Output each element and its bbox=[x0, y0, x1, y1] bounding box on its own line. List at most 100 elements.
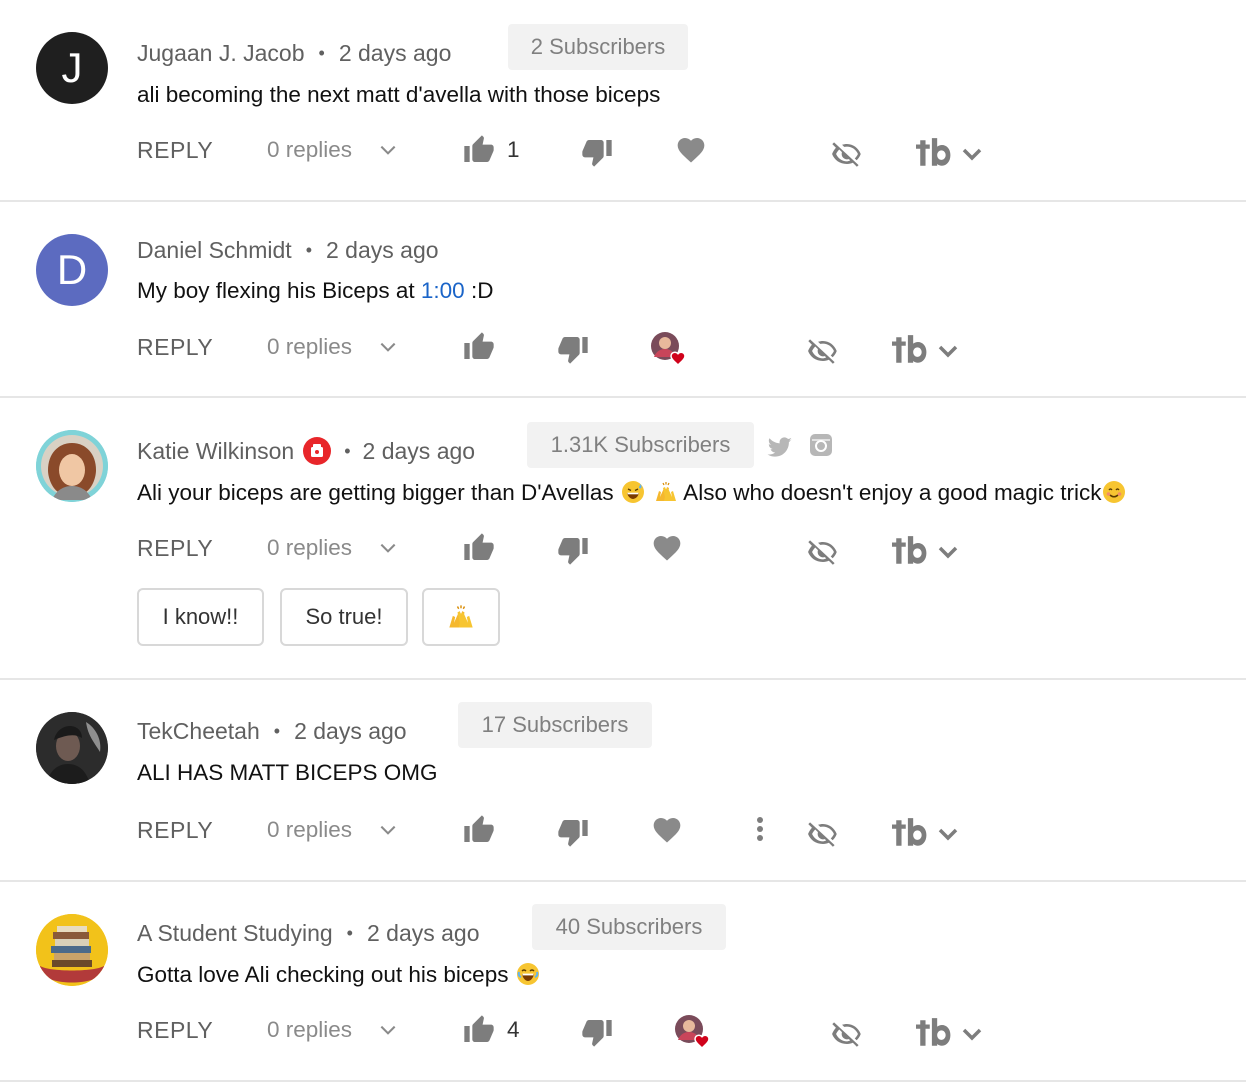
thumbs-up-icon[interactable] bbox=[462, 814, 496, 846]
comment-meta: A Student Studying • 2 days ago bbox=[137, 918, 480, 948]
chevron-down-icon[interactable] bbox=[378, 1020, 398, 1040]
chevron-down-icon[interactable] bbox=[960, 1022, 984, 1046]
tubebuddy-icon[interactable] bbox=[916, 1018, 952, 1048]
comment-text: ALI HAS MATT BICEPS OMG bbox=[137, 760, 438, 785]
comment-item: Katie Wilkinson • 2 days ago 1.31K Subsc… bbox=[0, 398, 1246, 678]
thumbs-up-icon[interactable] bbox=[462, 134, 496, 166]
thumbs-down-icon[interactable] bbox=[556, 534, 590, 566]
thumbs-down-icon[interactable] bbox=[580, 136, 614, 168]
creator-heart-icon[interactable] bbox=[650, 331, 690, 367]
comment-actions: REPLY 0 replies bbox=[0, 327, 1246, 367]
like-count: 1 bbox=[507, 137, 520, 162]
tubebuddy-icon[interactable] bbox=[892, 818, 928, 848]
comment-text-part: Also who doesn't enjoy a good magic tric… bbox=[678, 480, 1102, 505]
separator-dot: • bbox=[344, 440, 351, 461]
hide-icon[interactable] bbox=[830, 138, 864, 170]
comment-actions: REPLY 0 replies bbox=[0, 810, 1246, 850]
chevron-down-icon[interactable] bbox=[936, 339, 960, 363]
thumbs-up-icon[interactable] bbox=[462, 532, 496, 564]
patreon-badge-icon bbox=[303, 437, 332, 465]
avatar[interactable]: J bbox=[36, 32, 108, 104]
quick-reply-emoji-button[interactable] bbox=[422, 588, 500, 646]
avatar-photo bbox=[36, 430, 108, 502]
separator-dot: • bbox=[305, 239, 312, 260]
avatar[interactable]: D bbox=[36, 234, 108, 306]
chevron-down-icon[interactable] bbox=[378, 538, 398, 558]
tubebuddy-icon[interactable] bbox=[892, 536, 928, 566]
thumbs-down-icon[interactable] bbox=[556, 816, 590, 848]
chevron-down-icon[interactable] bbox=[378, 337, 398, 357]
avatar-letter: D bbox=[56, 246, 88, 293]
blush-emoji-icon bbox=[1103, 481, 1126, 503]
quick-reply-button[interactable]: So true! bbox=[280, 588, 408, 646]
tubebuddy-icon[interactable] bbox=[916, 138, 952, 168]
comment-time[interactable]: 2 days ago bbox=[367, 920, 480, 947]
replies-toggle[interactable]: 0 replies bbox=[267, 528, 352, 568]
avatar-photo bbox=[36, 914, 108, 986]
raised-hands-emoji-icon bbox=[654, 481, 677, 503]
author-name[interactable]: A Student Studying bbox=[137, 920, 333, 947]
replies-toggle[interactable]: 0 replies bbox=[267, 810, 352, 850]
comment-time[interactable]: 2 days ago bbox=[294, 718, 407, 745]
heart-icon[interactable] bbox=[650, 814, 684, 846]
comment-item: D Daniel Schmidt • 2 days ago My boy fle… bbox=[0, 202, 1246, 396]
reply-button[interactable]: REPLY bbox=[137, 130, 213, 170]
instagram-icon[interactable] bbox=[809, 433, 833, 457]
joy-emoji-icon bbox=[516, 963, 539, 985]
twitter-icon[interactable] bbox=[767, 437, 793, 459]
hide-icon[interactable] bbox=[806, 818, 840, 850]
chevron-down-icon[interactable] bbox=[378, 820, 398, 840]
subscriber-badge: 2 Subscribers bbox=[508, 24, 688, 70]
creator-heart-icon[interactable] bbox=[674, 1014, 714, 1050]
chevron-down-icon[interactable] bbox=[378, 140, 398, 160]
avatar[interactable] bbox=[36, 430, 108, 502]
author-name[interactable]: Jugaan J. Jacob bbox=[137, 40, 305, 67]
chevron-down-icon[interactable] bbox=[960, 142, 984, 166]
chevron-down-icon[interactable] bbox=[936, 822, 960, 846]
thumbs-up-icon[interactable] bbox=[462, 331, 496, 363]
reply-button[interactable]: REPLY bbox=[137, 327, 213, 367]
hide-icon[interactable] bbox=[806, 335, 840, 367]
comment-text: ali becoming the next matt d'avella with… bbox=[137, 82, 661, 107]
heart-icon[interactable] bbox=[674, 134, 708, 166]
quick-reply-button[interactable]: I know!! bbox=[137, 588, 264, 646]
comment-text-part: My boy flexing his Biceps at bbox=[137, 278, 421, 303]
comment-text-part: Ali your biceps are getting bigger than … bbox=[137, 480, 620, 505]
comment-actions: REPLY 0 replies bbox=[0, 528, 1246, 568]
reply-button[interactable]: REPLY bbox=[137, 810, 213, 850]
tubebuddy-icon[interactable] bbox=[892, 335, 928, 365]
avatar-photo bbox=[36, 712, 108, 784]
thumbs-up-icon[interactable] bbox=[462, 1014, 496, 1046]
comment-item: TekCheetah • 2 days ago 17 Subscribers A… bbox=[0, 680, 1246, 880]
chevron-down-icon[interactable] bbox=[936, 540, 960, 564]
separator-dot: • bbox=[318, 42, 325, 63]
comment-text-part: :D bbox=[464, 278, 494, 303]
comment-meta: Katie Wilkinson • 2 days ago bbox=[137, 436, 475, 466]
author-name[interactable]: Katie Wilkinson bbox=[137, 438, 294, 465]
timestamp-link[interactable]: 1:00 bbox=[421, 278, 465, 303]
thumbs-down-icon[interactable] bbox=[556, 333, 590, 365]
comment-text-part: Gotta love Ali checking out his biceps bbox=[137, 962, 515, 987]
hide-icon[interactable] bbox=[806, 536, 840, 568]
more-options-icon[interactable] bbox=[744, 814, 776, 846]
comment-meta: Jugaan J. Jacob • 2 days ago bbox=[137, 38, 451, 68]
like-count: 4 bbox=[507, 1017, 520, 1042]
avatar[interactable] bbox=[36, 712, 108, 784]
comment-time[interactable]: 2 days ago bbox=[363, 438, 476, 465]
reply-button[interactable]: REPLY bbox=[137, 528, 213, 568]
replies-toggle[interactable]: 0 replies bbox=[267, 327, 352, 367]
author-name[interactable]: TekCheetah bbox=[137, 718, 260, 745]
raised-hands-emoji-icon bbox=[449, 605, 473, 628]
reply-button[interactable]: REPLY bbox=[137, 1010, 213, 1050]
comment-time[interactable]: 2 days ago bbox=[339, 40, 452, 67]
replies-toggle[interactable]: 0 replies bbox=[267, 130, 352, 170]
author-name[interactable]: Daniel Schmidt bbox=[137, 237, 292, 264]
subscriber-badge: 1.31K Subscribers bbox=[527, 422, 754, 468]
comment-time[interactable]: 2 days ago bbox=[326, 237, 439, 264]
hide-icon[interactable] bbox=[830, 1018, 864, 1050]
heart-icon[interactable] bbox=[650, 532, 684, 564]
replies-toggle[interactable]: 0 replies bbox=[267, 1010, 352, 1050]
thumbs-down-icon[interactable] bbox=[580, 1016, 614, 1048]
avatar[interactable] bbox=[36, 914, 108, 986]
subscriber-badge: 17 Subscribers bbox=[458, 702, 652, 748]
